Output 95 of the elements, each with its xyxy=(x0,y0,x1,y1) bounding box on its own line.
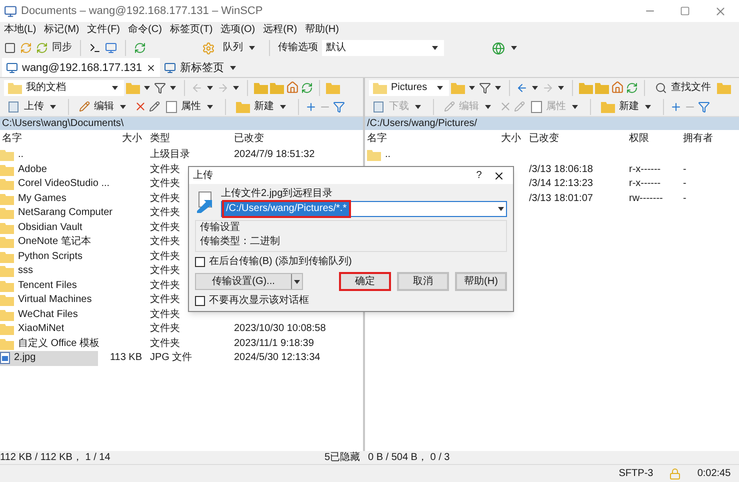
file-row[interactable]: My Games xyxy=(0,192,98,206)
menu-item[interactable]: 标签页(T) xyxy=(170,23,213,37)
table-cell: - xyxy=(683,192,686,206)
session-tab[interactable]: wang@192.168.177.131 xyxy=(2,58,160,77)
file-row[interactable]: Corel VideoStudio ... xyxy=(0,177,110,192)
toolbar-button[interactable]: 编辑 xyxy=(75,100,132,114)
table-cell: 2023/11/1 9:18:39 xyxy=(234,336,314,351)
menu-item[interactable]: 选项(O) xyxy=(220,23,256,37)
session-time: 0:02:45 xyxy=(696,466,732,480)
table-cell: 文件夹 xyxy=(150,322,180,336)
file-row[interactable]: XiaoMiNet xyxy=(0,322,98,336)
file-row[interactable]: Virtual Machines xyxy=(0,293,98,308)
hidden-count: 5已隐藏 xyxy=(324,450,361,464)
dialog-button[interactable]: 确定 xyxy=(339,272,391,291)
file-row[interactable]: 2.jpg xyxy=(0,351,98,366)
help-button[interactable]: ? xyxy=(469,168,489,182)
file-row[interactable]: Tencent Files xyxy=(0,278,98,293)
file-row[interactable]: Python Scripts xyxy=(0,250,98,264)
queue-button[interactable]: 队列 xyxy=(219,41,261,55)
location-dropdown[interactable]: Pictures xyxy=(369,80,449,96)
table-cell: 文件夹 xyxy=(150,278,180,293)
status-text: 112 KB / 112 KB， 1 / 14 xyxy=(0,450,112,464)
toolbar-button[interactable]: 新建 xyxy=(232,100,292,114)
toolbar-button[interactable]: 上传 xyxy=(4,100,62,114)
target-field[interactable]: /C:/Users/wang/Pictures/*.* xyxy=(221,201,507,217)
menu-item[interactable]: 本地(L) xyxy=(4,23,36,37)
table-cell: 文件夹 xyxy=(150,192,180,206)
dialog-button[interactable]: 取消 xyxy=(397,272,449,291)
settings-text: 传输类型：二进制 xyxy=(200,235,281,249)
table-cell: 文件夹 xyxy=(150,336,180,351)
file-row[interactable]: OneNote 笔记本 xyxy=(0,235,98,250)
prompt-text: 上传文件2.jpg到远程目录 xyxy=(221,187,334,201)
column-header[interactable]: 已改变 xyxy=(234,133,264,144)
table-cell: /3/13 18:06:18 xyxy=(529,162,593,177)
table-cell: 文件夹 xyxy=(150,162,180,177)
file-row[interactable]: Adobe xyxy=(0,162,98,177)
dialog-title: 上传 xyxy=(193,168,214,182)
table-cell: 文件夹 xyxy=(150,177,180,192)
transfer-options-label: 传输选项 xyxy=(278,41,318,55)
table-cell: 文件夹 xyxy=(150,308,180,322)
menu-item[interactable]: 文件(F) xyxy=(87,23,120,37)
table-cell: 文件夹 xyxy=(150,250,180,264)
file-row[interactable]: WeChat Files xyxy=(0,308,98,322)
column-header[interactable]: 拥有者 xyxy=(683,133,713,144)
toolbar-button[interactable]: 新建 xyxy=(597,100,657,114)
toolbar-button[interactable]: 属性 xyxy=(162,100,219,114)
column-header[interactable]: 类型 xyxy=(150,133,170,144)
find-files-button[interactable]: 查找文件 xyxy=(651,80,715,94)
transfer-settings-button[interactable]: 传输设置(G)... xyxy=(195,273,303,290)
column-header[interactable]: 权限 xyxy=(629,133,649,144)
file-row[interactable]: Obsidian Vault xyxy=(0,220,98,235)
path-bar: C:\Users\wang\Documents\ xyxy=(0,117,363,130)
table-cell: rw------- xyxy=(629,192,663,206)
table-cell: r-x------ xyxy=(629,162,661,177)
status-text: 0 B / 504 B， 0 / 3 xyxy=(367,450,451,464)
table-cell: 上级目录 xyxy=(150,148,190,162)
path-bar: /C:/Users/wang/Pictures/ xyxy=(365,117,739,130)
column-header[interactable]: 大小 xyxy=(122,132,142,146)
menu-item[interactable]: 标记(M) xyxy=(44,23,80,37)
checkbox[interactable]: 在后台传输(B) (添加到传输队列) xyxy=(195,255,507,269)
table-cell: 文件夹 xyxy=(150,220,180,235)
protocol-text: SFTP-3 xyxy=(618,466,654,480)
transfer-options-dropdown[interactable]: 默认 xyxy=(322,40,444,56)
window-title: Documents – wang@192.168.177.131 – WinSCP xyxy=(21,4,264,18)
table-cell: 文件夹 xyxy=(150,206,180,220)
menu-item[interactable]: 远程(R) xyxy=(263,23,298,37)
checkbox[interactable]: 不要再次显示该对话框 xyxy=(195,294,507,308)
table-cell: /3/13 18:01:07 xyxy=(529,192,593,206)
dialog-button[interactable]: 帮助(H) xyxy=(455,272,507,291)
table-cell: - xyxy=(683,162,686,177)
file-row[interactable]: sss xyxy=(0,264,98,278)
table-cell: 文件夹 xyxy=(150,264,180,278)
table-cell: 113 KB xyxy=(110,351,142,366)
menu-item[interactable]: 帮助(H) xyxy=(305,23,339,37)
file-name[interactable]: .. xyxy=(385,148,391,162)
location-dropdown[interactable]: 我的文档 xyxy=(4,80,124,96)
menu-item[interactable]: 命令(C) xyxy=(128,23,162,37)
column-header[interactable]: 名字 xyxy=(2,133,22,144)
column-header[interactable]: 名字 xyxy=(367,133,387,144)
table-cell: 文件夹 xyxy=(150,235,180,250)
table-cell: JPG 文件 xyxy=(150,351,192,366)
file-row[interactable]: 自定义 Office 模板 xyxy=(0,336,100,351)
column-header[interactable]: 大小 xyxy=(501,132,521,146)
table-cell: 2023/10/30 10:08:58 xyxy=(234,322,326,336)
table-cell: 文件夹 xyxy=(150,293,180,308)
table-cell: r-x------ xyxy=(629,177,661,192)
file-row[interactable]: NetSarang Computer xyxy=(0,206,112,220)
table-cell: 2024/7/9 18:51:32 xyxy=(234,148,315,162)
group-title: 传输设置 xyxy=(200,221,241,235)
table-cell: /3/14 12:13:23 xyxy=(529,177,593,192)
table-cell: - xyxy=(683,177,686,192)
table-cell: 2024/5/30 12:13:34 xyxy=(234,351,320,366)
sync-button[interactable]: 同步 xyxy=(36,41,72,55)
file-row[interactable]: .. xyxy=(0,148,98,162)
column-header[interactable]: 已改变 xyxy=(529,133,559,144)
